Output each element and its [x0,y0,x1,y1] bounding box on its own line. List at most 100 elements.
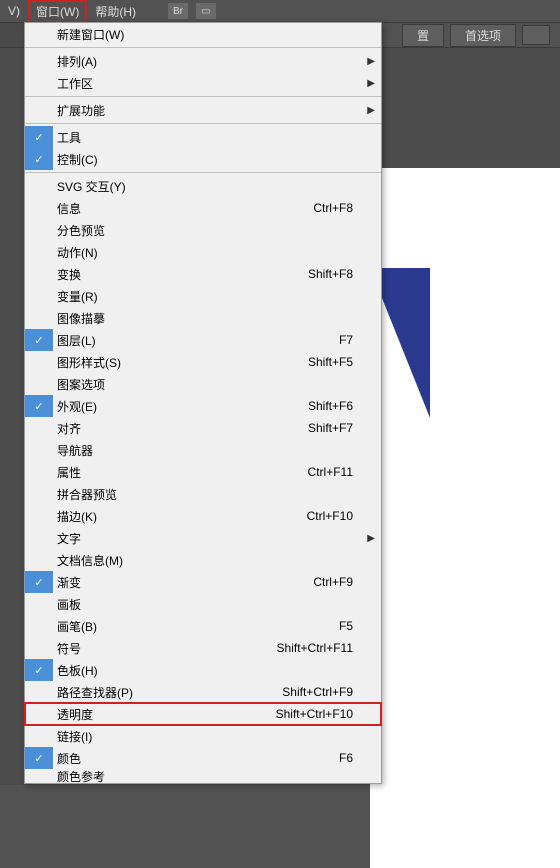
menu-label: 图形样式(S) [53,354,261,371]
menu-shortcut: F6 [261,751,371,765]
menu-transform[interactable]: 变换 Shift+F8 [25,263,381,285]
menu-help[interactable]: 帮助(H) [87,0,144,23]
menu-label: 图像描摹 [53,310,371,327]
menu-label: 变量(R) [53,288,371,305]
panel-menu-icon[interactable] [522,25,550,45]
menu-sep-preview[interactable]: 分色预览 [25,219,381,241]
menu-label: 排列(A) [53,53,371,70]
layout-icon[interactable]: ▭ [196,3,216,19]
menu-label: 渐变 [53,574,261,591]
window-menu-dropdown: 新建窗口(W) 排列(A) ▶ 工作区 ▶ 扩展功能 ▶ ✓ 工具 ✓ 控制(C… [24,22,382,784]
menu-shortcut: Shift+F6 [261,399,371,413]
menu-transparency[interactable]: 透明度 Shift+Ctrl+F10 [25,703,381,725]
menu-label: 画板 [53,596,371,613]
menu-workspace[interactable]: 工作区 ▶ [25,72,381,94]
menu-label: 控制(C) [53,151,371,168]
menu-shortcut: Shift+F5 [261,355,371,369]
menu-pattern-options[interactable]: 图案选项 [25,373,381,395]
menu-artboards[interactable]: 画板 [25,593,381,615]
menu-shortcut: Shift+F8 [261,267,371,281]
menu-attributes[interactable]: 属性 Ctrl+F11 [25,461,381,483]
menu-doc-info[interactable]: 文档信息(M) [25,549,381,571]
check-icon: ✓ [25,148,53,170]
menu-layers[interactable]: ✓ 图层(L) F7 [25,329,381,351]
menu-extensions[interactable]: 扩展功能 ▶ [25,99,381,121]
menu-brushes[interactable]: 画笔(B) F5 [25,615,381,637]
menu-label: 对齐 [53,420,261,437]
menu-symbols[interactable]: 符号 Shift+Ctrl+F11 [25,637,381,659]
menu-flattener[interactable]: 拼合器预览 [25,483,381,505]
menu-label: 扩展功能 [53,102,371,119]
menu-label: 颜色 [53,750,261,767]
menu-separator [25,96,381,97]
menu-window[interactable]: 窗口(W) [28,0,87,23]
menu-navigator[interactable]: 导航器 [25,439,381,461]
submenu-arrow-icon: ▶ [367,56,375,67]
menu-tools[interactable]: ✓ 工具 [25,126,381,148]
menu-links[interactable]: 链接(I) [25,725,381,747]
menu-shortcut: Shift+Ctrl+F9 [261,685,371,699]
menu-label: 文字 [53,530,371,547]
menu-label: 画笔(B) [53,618,261,635]
submenu-arrow-icon: ▶ [367,105,375,116]
prefs-button[interactable]: 首选项 [450,24,516,47]
menu-shortcut: F5 [261,619,371,633]
menu-type[interactable]: 文字 ▶ [25,527,381,549]
check-icon: ✓ [25,659,53,681]
menu-shortcut: Shift+Ctrl+F10 [261,707,371,721]
menu-label: 颜色参考 [53,769,371,783]
menu-shortcut: Shift+F7 [261,421,371,435]
bridge-icon[interactable]: Br [168,3,188,19]
submenu-arrow-icon: ▶ [367,533,375,544]
menu-label: 拼合器预览 [53,486,371,503]
menu-label: 描边(K) [53,508,261,525]
check-icon: ✓ [25,571,53,593]
menu-bar: V) 窗口(W) 帮助(H) Br ▭ [0,0,560,22]
menu-info[interactable]: 信息 Ctrl+F8 [25,197,381,219]
menu-view-tail[interactable]: V) [0,1,28,21]
menu-color[interactable]: ✓ 颜色 F6 [25,747,381,769]
menu-label: 工具 [53,129,371,146]
menu-shortcut: F7 [261,333,371,347]
menu-label: 变换 [53,266,261,283]
check-icon: ✓ [25,747,53,769]
menu-graphic-styles[interactable]: 图形样式(S) Shift+F5 [25,351,381,373]
menu-image-trace[interactable]: 图像描摹 [25,307,381,329]
menu-label: 文档信息(M) [53,552,371,569]
menu-arrange[interactable]: 排列(A) ▶ [25,50,381,72]
menu-gradient[interactable]: ✓ 渐变 Ctrl+F9 [25,571,381,593]
menu-stroke[interactable]: 描边(K) Ctrl+F10 [25,505,381,527]
menu-svg[interactable]: SVG 交互(Y) [25,175,381,197]
check-icon: ✓ [25,395,53,417]
menu-label: 分色预览 [53,222,371,239]
settings-button-tail[interactable]: 置 [402,24,444,47]
left-tool-fragment [0,22,24,48]
submenu-arrow-icon: ▶ [367,78,375,89]
menu-label: 路径查找器(P) [53,684,261,701]
menu-actions[interactable]: 动作(N) [25,241,381,263]
menu-pathfinder[interactable]: 路径查找器(P) Shift+Ctrl+F9 [25,681,381,703]
menu-label: 导航器 [53,442,371,459]
menu-label: SVG 交互(Y) [53,178,371,195]
menu-align[interactable]: 对齐 Shift+F7 [25,417,381,439]
menu-label: 图案选项 [53,376,371,393]
menu-control[interactable]: ✓ 控制(C) [25,148,381,170]
menu-swatches[interactable]: ✓ 色板(H) [25,659,381,681]
menu-label: 属性 [53,464,261,481]
check-icon: ✓ [25,329,53,351]
menu-label: 透明度 [53,706,261,723]
menu-shortcut: Ctrl+F9 [261,575,371,589]
menu-new-window[interactable]: 新建窗口(W) [25,23,381,45]
menu-shortcut: Ctrl+F10 [261,509,371,523]
menu-label: 色板(H) [53,662,371,679]
menu-shortcut: Ctrl+F11 [261,465,371,479]
menu-shortcut: Shift+Ctrl+F11 [261,641,371,655]
menu-variables[interactable]: 变量(R) [25,285,381,307]
menu-label: 信息 [53,200,261,217]
menu-label: 图层(L) [53,332,261,349]
menu-label: 工作区 [53,75,371,92]
menu-last-cut[interactable]: 颜色参考 [25,769,381,783]
menu-label: 外观(E) [53,398,261,415]
menu-label: 新建窗口(W) [53,26,371,43]
menu-appearance[interactable]: ✓ 外观(E) Shift+F6 [25,395,381,417]
